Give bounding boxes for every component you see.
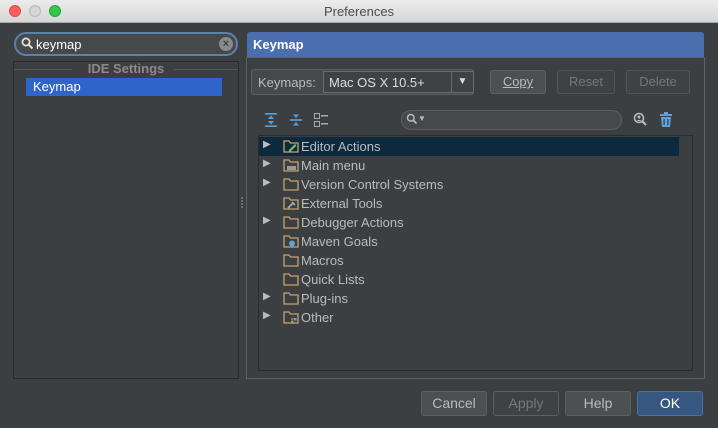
- page-title: Keymap: [247, 32, 704, 57]
- tree-item-label: External Tools: [301, 196, 383, 211]
- folder-icon: [283, 291, 299, 305]
- search-icon: [406, 113, 418, 128]
- edit-shortcut-icon[interactable]: [313, 112, 329, 128]
- folder-other-icon: [283, 310, 299, 324]
- collapse-all-icon[interactable]: [288, 112, 304, 128]
- delete-button[interactable]: Delete: [626, 70, 690, 94]
- copy-button[interactable]: Copy: [490, 70, 546, 94]
- tree-item-version-control-systems[interactable]: ▶ Version Control Systems: [259, 175, 692, 194]
- tree-item-quick-lists[interactable]: Quick Lists: [259, 270, 692, 289]
- expand-arrow-icon[interactable]: ▶: [263, 215, 271, 226]
- tree-item-external-tools[interactable]: External Tools: [259, 194, 692, 213]
- sidebar-item-label: Keymap: [33, 79, 81, 94]
- maximize-window-button[interactable]: [49, 5, 61, 17]
- panel-splitter-handle[interactable]: [240, 197, 244, 211]
- clear-search-icon[interactable]: ×: [219, 37, 233, 51]
- settings-search-box[interactable]: ×: [14, 32, 238, 56]
- keymap-actions-tree: ▶ Editor Actions ▶ Main menu ▶ Version C…: [258, 135, 693, 371]
- chevron-down-icon[interactable]: ▼: [451, 72, 473, 92]
- tree-item-main-menu[interactable]: ▶ Main menu: [259, 156, 692, 175]
- expand-arrow-icon[interactable]: ▶: [263, 158, 271, 169]
- expand-arrow-icon[interactable]: ▶: [263, 291, 271, 302]
- tree-item-label: Other: [301, 310, 334, 325]
- folder-maven-icon: [283, 234, 299, 248]
- filter-options-caret-icon[interactable]: ▼: [418, 114, 426, 123]
- folder-menu-icon: [283, 158, 299, 172]
- cancel-button[interactable]: Cancel: [421, 391, 487, 416]
- expand-all-icon[interactable]: [263, 112, 279, 128]
- keymaps-dropdown[interactable]: Mac OS X 10.5+ ▼: [323, 71, 474, 93]
- search-input[interactable]: [36, 35, 216, 53]
- tree-item-macros[interactable]: Macros: [259, 251, 692, 270]
- clear-filter-trash-icon[interactable]: [658, 111, 674, 127]
- folder-icon: [283, 253, 299, 267]
- group-divider-left: [14, 69, 72, 70]
- window-titlebar: Preferences: [0, 0, 718, 23]
- settings-group-title: IDE Settings: [87, 61, 165, 76]
- reset-button[interactable]: Reset: [557, 70, 615, 94]
- window-title: Preferences: [323, 4, 395, 19]
- minimize-window-button[interactable]: [29, 5, 41, 17]
- apply-button[interactable]: Apply: [493, 391, 559, 416]
- expand-arrow-icon[interactable]: ▶: [263, 177, 271, 188]
- folder-tools-icon: [283, 196, 299, 210]
- tree-item-label: Version Control Systems: [301, 177, 444, 192]
- expand-arrow-icon[interactable]: ▶: [263, 139, 271, 150]
- settings-tree: IDE Settings Keymap: [13, 61, 239, 379]
- tree-item-maven-goals[interactable]: Maven Goals: [259, 232, 692, 251]
- folder-edit-icon: [283, 139, 299, 153]
- tree-item-plug-ins[interactable]: ▶ Plug-ins: [259, 289, 692, 308]
- tree-item-debugger-actions[interactable]: ▶ Debugger Actions: [259, 213, 692, 232]
- tree-item-editor-actions[interactable]: ▶ Editor Actions: [259, 137, 679, 156]
- settings-group-header: IDE Settings: [14, 62, 238, 78]
- search-icon: [21, 37, 34, 53]
- tree-item-label: Macros: [301, 253, 344, 268]
- tree-item-label: Plug-ins: [301, 291, 348, 306]
- folder-icon: [283, 272, 299, 286]
- tree-item-label: Maven Goals: [301, 234, 378, 249]
- find-by-shortcut-icon[interactable]: [632, 111, 648, 127]
- keymaps-selector: Keymaps: Mac OS X 10.5+ ▼: [251, 69, 474, 95]
- folder-icon: [283, 215, 299, 229]
- group-divider-right: [174, 69, 238, 70]
- expand-arrow-icon[interactable]: ▶: [263, 310, 271, 321]
- keymaps-label: Keymaps:: [258, 75, 316, 90]
- close-window-button[interactable]: [9, 5, 21, 17]
- tree-item-label: Editor Actions: [301, 139, 381, 154]
- tree-item-label: Quick Lists: [301, 272, 365, 287]
- tree-item-other[interactable]: ▶ Other: [259, 308, 692, 327]
- keymaps-dropdown-value: Mac OS X 10.5+: [329, 75, 425, 90]
- folder-icon: [283, 177, 299, 191]
- tree-item-label: Debugger Actions: [301, 215, 404, 230]
- sidebar-item-keymap[interactable]: Keymap: [26, 78, 222, 96]
- ok-button[interactable]: OK: [637, 391, 703, 416]
- shortcut-filter-input[interactable]: ▼: [401, 110, 622, 130]
- tree-item-label: Main menu: [301, 158, 366, 173]
- help-button[interactable]: Help: [565, 391, 631, 416]
